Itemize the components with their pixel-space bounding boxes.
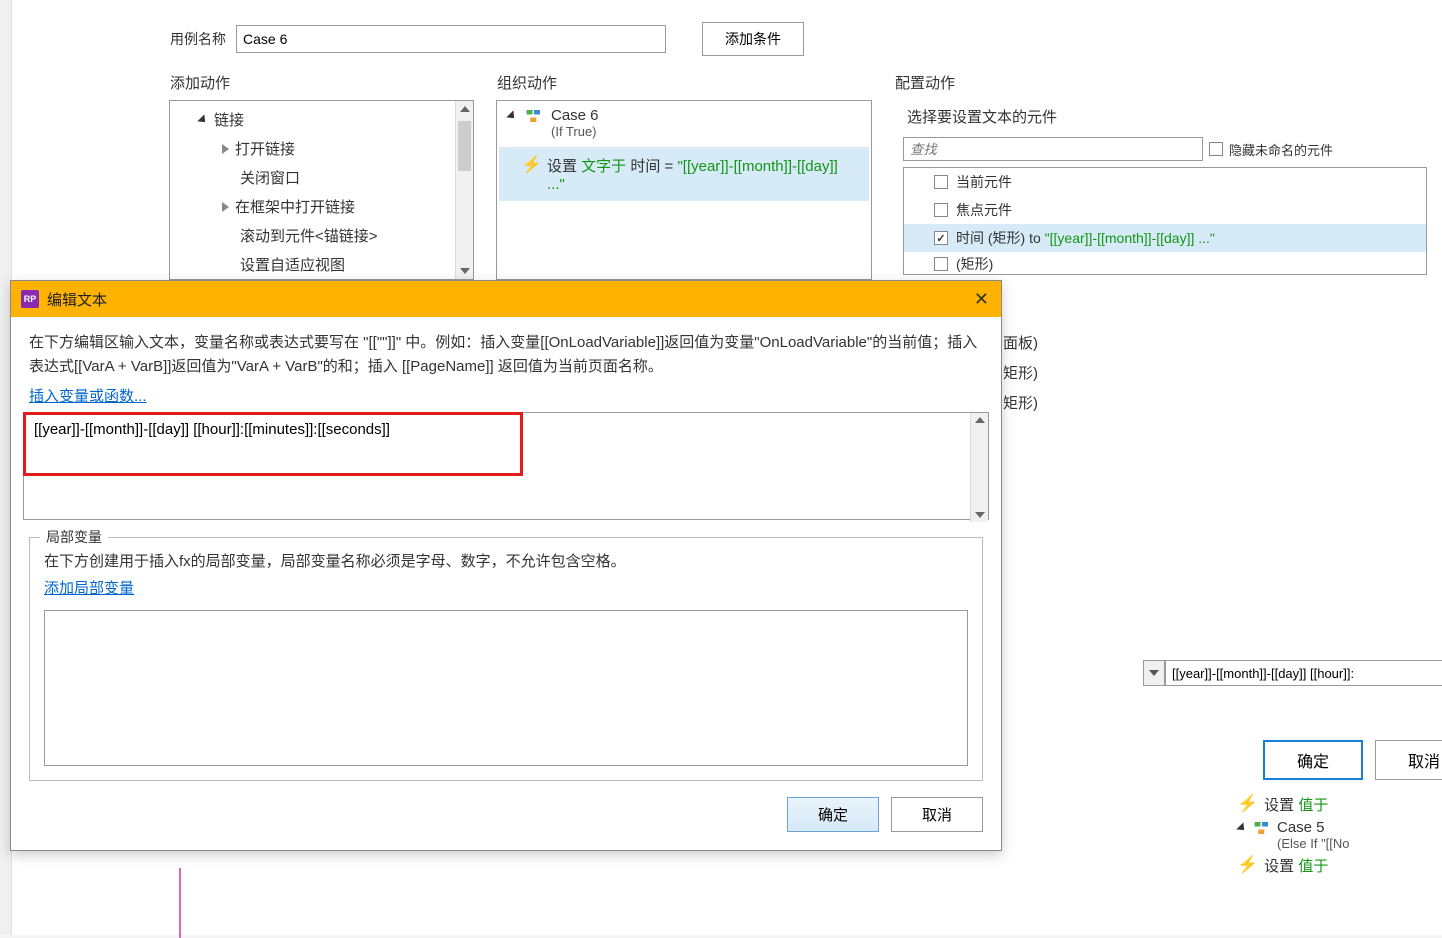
scrollbar-thumb[interactable] bbox=[458, 121, 471, 171]
case-title: Case 6 bbox=[551, 107, 599, 124]
right-case-list: ⚡ 设置 值于 Case 5 (Else If "[[No ⚡ 设置 值于 bbox=[1237, 792, 1442, 878]
scroll-up-icon[interactable] bbox=[975, 417, 985, 423]
case-name-input[interactable] bbox=[236, 25, 666, 53]
hide-unnamed-checkbox[interactable] bbox=[1209, 142, 1223, 156]
modal-titlebar[interactable]: RP 编辑文本 ✕ bbox=[11, 281, 1001, 317]
lightning-icon: ⚡ bbox=[1237, 855, 1258, 875]
chevron-right-icon bbox=[222, 202, 229, 212]
configure-action-panel: 选择要设置文本的元件 隐藏未命名的元件 当前元件 焦点元件 时间 (矩形) to… bbox=[895, 100, 1435, 280]
scroll-down-icon[interactable] bbox=[975, 512, 985, 518]
chevron-down-icon bbox=[506, 110, 517, 121]
add-local-var-link[interactable]: 添加局部变量 bbox=[44, 580, 134, 597]
dropdown-button[interactable] bbox=[1143, 660, 1165, 686]
list-item-selected[interactable]: 时间 (矩形) to "[[year]]-[[month]]-[[day]] .… bbox=[904, 224, 1426, 252]
local-vars-fieldset: 局部变量 在下方创建用于插入fx的局部变量，局部变量名称必须是字母、数字，不允许… bbox=[29, 537, 983, 781]
select-widgets-label: 选择要设置文本的元件 bbox=[907, 106, 1423, 127]
insert-variable-link[interactable]: 插入变量或函数... bbox=[29, 388, 147, 405]
case-name-label: 用例名称 bbox=[170, 29, 226, 49]
tree-root-links[interactable]: 链接 bbox=[170, 105, 473, 134]
local-vars-desc: 在下方创建用于插入fx的局部变量，局部变量名称必须是字母、数字，不允许包含空格。 bbox=[44, 550, 968, 571]
chevron-right-icon bbox=[222, 144, 229, 154]
guide-line bbox=[179, 868, 181, 938]
local-vars-legend: 局部变量 bbox=[40, 527, 108, 547]
local-vars-area[interactable] bbox=[44, 610, 968, 766]
hide-unnamed-label: 隐藏未命名的元件 bbox=[1229, 140, 1333, 159]
scrollbar[interactable] bbox=[970, 413, 988, 522]
checkbox[interactable] bbox=[934, 203, 948, 217]
tree-item-close-window[interactable]: 关闭窗口 bbox=[170, 163, 473, 192]
tree-item-set-adaptive[interactable]: 设置自适应视图 bbox=[170, 250, 473, 279]
organize-action-panel: Case 6 (If True) ⚡ 设置 文字于 时间 = "[[year]]… bbox=[496, 100, 872, 280]
add-condition-button[interactable]: 添加条件 bbox=[702, 22, 804, 56]
checkbox[interactable] bbox=[934, 257, 948, 271]
chevron-down-icon bbox=[1236, 822, 1247, 833]
set-value-row[interactable]: ⚡ 设置 值于 bbox=[1237, 792, 1442, 817]
action-tree: 链接 打开链接 关闭窗口 在框架中打开链接 滚动到元件<锚链接> 设置自适应视图 bbox=[170, 101, 473, 283]
ok-button[interactable]: 确定 bbox=[1263, 740, 1363, 780]
case5-row[interactable]: Case 5 (Else If "[[No bbox=[1237, 817, 1442, 853]
checkbox[interactable] bbox=[934, 175, 948, 189]
tree-item-open-link[interactable]: 打开链接 bbox=[170, 134, 473, 163]
case-condition: (If True) bbox=[551, 124, 599, 139]
case-icon bbox=[525, 107, 543, 125]
lightning-icon: ⚡ bbox=[521, 155, 542, 175]
value-input[interactable] bbox=[1165, 660, 1442, 686]
lightning-icon: ⚡ bbox=[1237, 794, 1258, 814]
search-input[interactable] bbox=[903, 137, 1203, 161]
tree-item-scroll-to[interactable]: 滚动到元件<锚链接> bbox=[170, 221, 473, 250]
case-header[interactable]: Case 6 (If True) bbox=[497, 101, 871, 145]
org-action-label: 组织动作 bbox=[497, 72, 557, 93]
list-item[interactable]: 焦点元件 bbox=[904, 196, 1426, 224]
config-action-label: 配置动作 bbox=[895, 72, 955, 93]
scrollbar[interactable] bbox=[455, 101, 473, 279]
cancel-button[interactable]: 取消 bbox=[1375, 740, 1442, 780]
list-item[interactable]: 当前元件 bbox=[904, 168, 1426, 196]
app-icon: RP bbox=[21, 290, 39, 308]
list-item-partial[interactable]: (矩形) bbox=[904, 252, 1426, 274]
right-partial-items: 面板) 矩形) 矩形) bbox=[1003, 329, 1038, 419]
edit-text-modal: RP 编辑文本 ✕ 在下方编辑区输入文本，变量名称或表达式要写在 "[[""]]… bbox=[10, 280, 1002, 851]
tree-item-open-in-frame[interactable]: 在框架中打开链接 bbox=[170, 192, 473, 221]
case-icon bbox=[1253, 819, 1271, 837]
chevron-down-icon bbox=[197, 114, 208, 125]
set-value-row-2[interactable]: ⚡ 设置 值于 bbox=[1237, 853, 1442, 878]
case-action-row[interactable]: ⚡ 设置 文字于 时间 = "[[year]]-[[month]]-[[day]… bbox=[499, 147, 869, 201]
widget-list: 当前元件 焦点元件 时间 (矩形) to "[[year]]-[[month]]… bbox=[903, 167, 1427, 275]
cancel-button[interactable]: 取消 bbox=[891, 797, 983, 832]
add-action-panel: 链接 打开链接 关闭窗口 在框架中打开链接 滚动到元件<锚链接> 设置自适应视图 bbox=[169, 100, 474, 280]
chevron-down-icon bbox=[1149, 670, 1159, 676]
case-action-text: 设置 文字于 时间 = "[[year]]-[[month]]-[[day]] … bbox=[547, 155, 859, 193]
modal-title: 编辑文本 bbox=[47, 289, 107, 310]
close-icon[interactable]: ✕ bbox=[974, 289, 989, 310]
expression-textarea[interactable] bbox=[23, 412, 989, 520]
case-name-row: 用例名称 添加条件 bbox=[170, 22, 804, 56]
checkbox-checked[interactable] bbox=[934, 231, 948, 245]
add-action-label: 添加动作 bbox=[170, 72, 230, 93]
modal-description: 在下方编辑区输入文本，变量名称或表达式要写在 "[[""]]" 中。例如：插入变… bbox=[29, 331, 983, 379]
ok-button[interactable]: 确定 bbox=[787, 797, 879, 832]
